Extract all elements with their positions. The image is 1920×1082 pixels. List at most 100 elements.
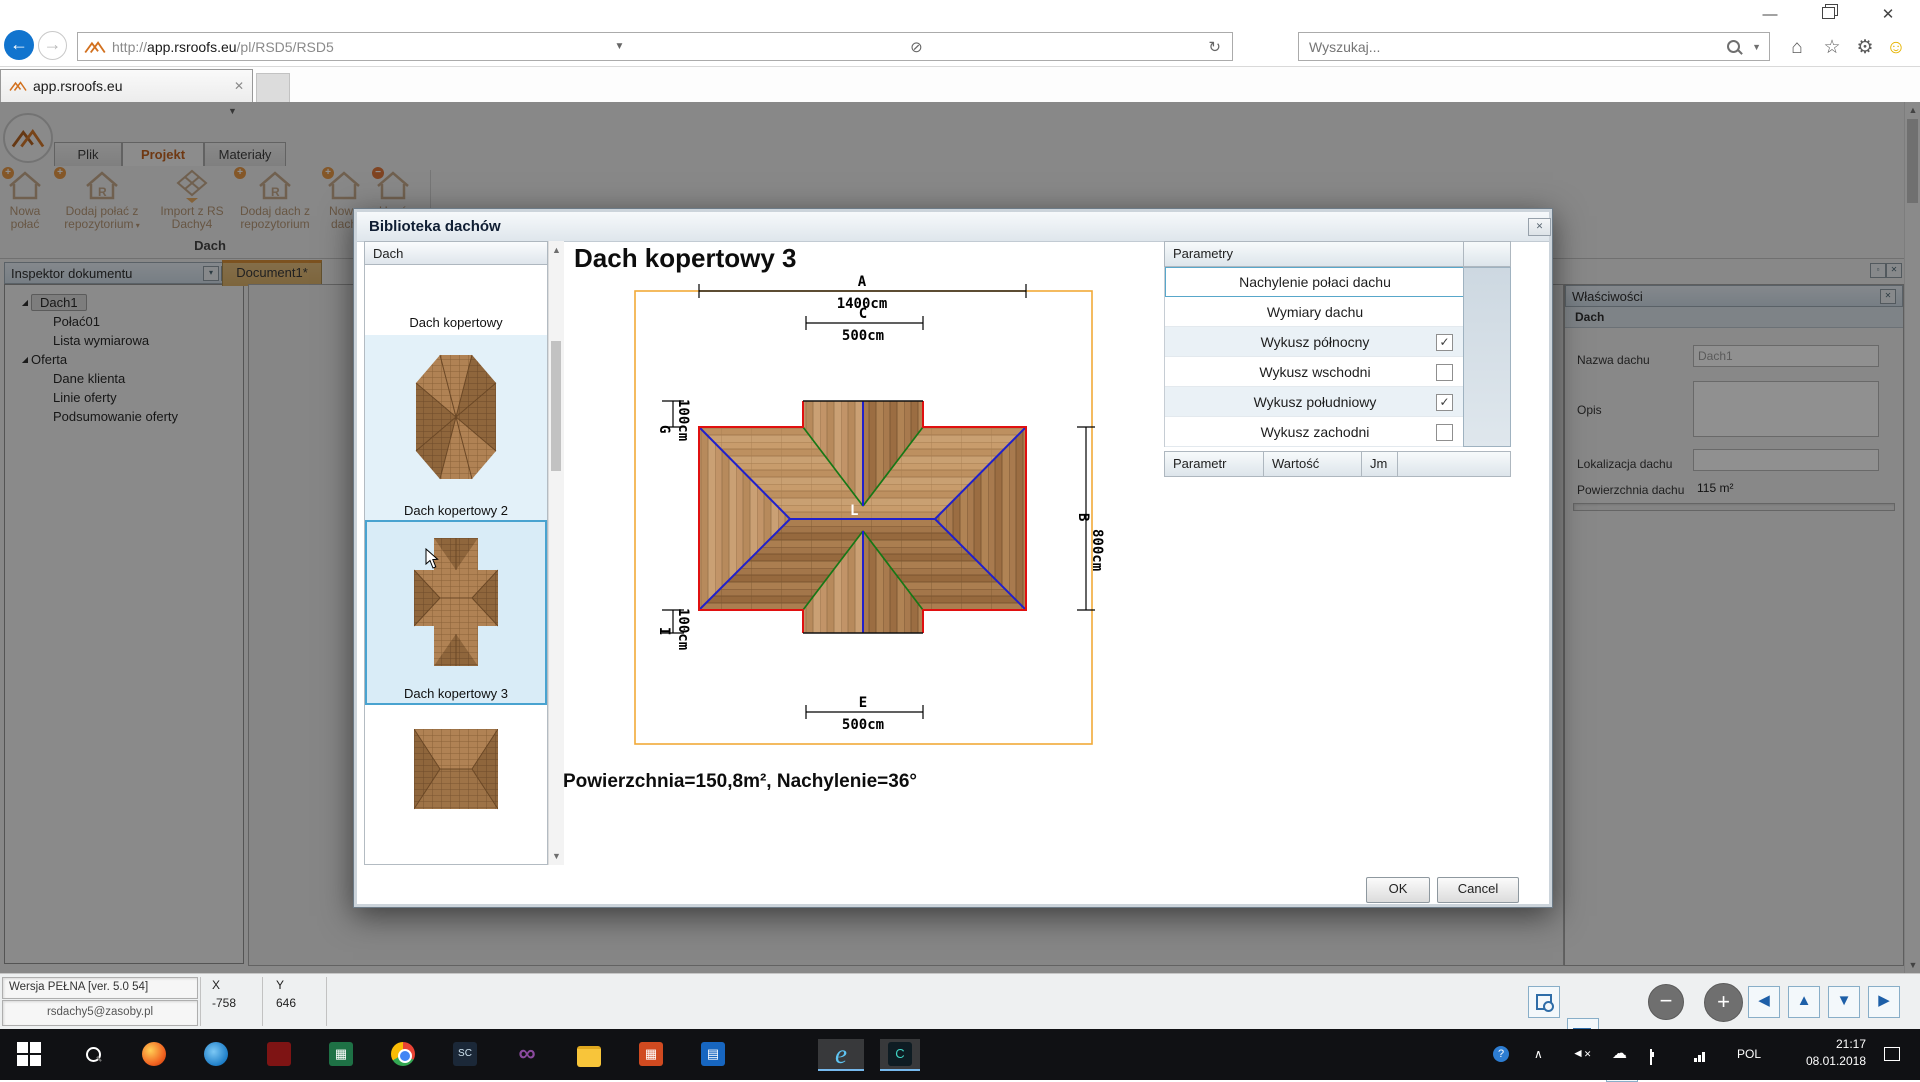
tab-favicon-icon — [9, 80, 27, 92]
taskbar-explorer-folder-icon[interactable] — [574, 1039, 604, 1069]
windows-taskbar: ▦ SC ∞ ▦ ▤ e C ? ∧ ◄✕ ☁ POL 21:17 08.01.… — [0, 1029, 1920, 1080]
settings-gear-icon[interactable]: ⚙ — [1851, 36, 1879, 60]
svg-text:C: C — [859, 306, 867, 322]
version-label: Wersja PEŁNA [ver. 5.0 54] — [2, 977, 198, 999]
pan-down-button[interactable]: ▼ — [1828, 986, 1860, 1018]
svg-text:G: G — [656, 425, 672, 433]
checkbox-checked[interactable] — [1436, 334, 1453, 351]
tray-clock-date[interactable]: 08.01.2018 — [1786, 1054, 1866, 1068]
preview-summary: Powierzchnia=150,8m², Nachylenie=36° — [563, 771, 917, 793]
forward-button[interactable]: → — [38, 31, 67, 60]
stop-icon[interactable]: ⊘ — [905, 38, 928, 56]
svg-text:100cm: 100cm — [675, 399, 691, 441]
list-item-next-roof[interactable] — [365, 705, 547, 863]
zoom-in-button[interactable]: + — [1704, 983, 1743, 1022]
dialog-close-button[interactable]: ✕ — [1528, 218, 1551, 236]
dialog-titlebar[interactable]: Biblioteka dachów — [357, 212, 1549, 242]
zoom-fit-all-button[interactable] — [1528, 986, 1560, 1018]
search-box[interactable]: ▼ — [1298, 32, 1770, 61]
search-dropdown-icon[interactable]: ▼ — [1752, 42, 1761, 52]
roof-drawing: A 1400cm C 500cm 100cm G 100cm I B 800cm… — [561, 269, 1161, 789]
parameters-header-spacer — [1463, 241, 1511, 267]
svg-text:500cm: 500cm — [842, 328, 884, 344]
svg-text:100cm: 100cm — [675, 608, 691, 650]
feedback-smiley-icon[interactable]: ☺ — [1882, 36, 1910, 60]
checkbox-unchecked[interactable] — [1436, 424, 1453, 441]
param-table-header-wartosc[interactable]: Wartość — [1263, 451, 1362, 477]
tray-language-indicator[interactable]: POL — [1732, 1047, 1766, 1061]
checkbox-checked[interactable] — [1436, 394, 1453, 411]
checkbox-unchecked[interactable] — [1436, 364, 1453, 381]
back-button[interactable]: ← — [4, 30, 34, 60]
taskbar-visualstudio-icon[interactable]: ∞ — [512, 1039, 542, 1069]
taskbar-orange-grid-app-icon[interactable]: ▦ — [636, 1039, 666, 1069]
taskbar-search-icon[interactable] — [78, 1039, 108, 1069]
tab-close-icon[interactable]: ✕ — [234, 79, 244, 93]
svg-text:I: I — [656, 627, 672, 635]
param-row-wykusz-polnocny[interactable]: Wykusz północny — [1165, 327, 1465, 357]
search-icon[interactable] — [1727, 40, 1740, 53]
cancel-button[interactable]: Cancel — [1437, 877, 1519, 903]
tray-battery-icon[interactable] — [1650, 1050, 1652, 1064]
browser-tabrow: app.rsroofs.eu ✕ — [0, 67, 1920, 103]
account-label: rsdachy5@zasoby.pl — [2, 1000, 198, 1026]
start-button[interactable] — [14, 1039, 44, 1069]
list-scroll-down-icon[interactable]: ▼ — [549, 851, 564, 861]
param-row-nachylenie[interactable]: Nachylenie połaci dachu — [1165, 267, 1465, 297]
svg-text:E: E — [859, 695, 867, 711]
roof-library-dialog: Biblioteka dachów ✕ Dach Dach kopertowy … — [353, 208, 1553, 908]
favorites-star-icon[interactable]: ☆ — [1818, 36, 1846, 60]
pan-right-button[interactable]: ▶ — [1868, 986, 1900, 1018]
new-tab-button[interactable] — [256, 73, 290, 104]
taskbar-firefox-icon[interactable] — [139, 1039, 169, 1069]
tray-hidden-icons-chevron[interactable]: ∧ — [1534, 1047, 1543, 1061]
list-scrollbar-thumb[interactable] — [551, 341, 561, 471]
taskbar-blue-app-icon[interactable] — [201, 1039, 231, 1069]
taskbar-darkred-app-icon[interactable] — [264, 1039, 294, 1069]
svg-text:A: A — [858, 274, 867, 290]
param-table-header-jm[interactable]: Jm — [1361, 451, 1398, 477]
window-minimize-button[interactable]: — — [1750, 6, 1790, 24]
param-row-wykusz-zachodni[interactable]: Wykusz zachodni — [1165, 417, 1465, 447]
zoom-out-button[interactable]: − — [1648, 984, 1684, 1020]
list-item-dach-kopertowy[interactable]: Dach kopertowy — [365, 265, 547, 335]
taskbar-green-app-icon[interactable]: ▦ — [326, 1039, 356, 1069]
home-icon[interactable]: ⌂ — [1783, 36, 1811, 60]
roof-list-header[interactable]: Dach — [364, 241, 548, 265]
search-input[interactable] — [1307, 38, 1727, 56]
svg-text:B: B — [1075, 513, 1091, 521]
param-table-header-parametr[interactable]: Parametr — [1164, 451, 1264, 477]
coord-y-value: 646 — [276, 996, 296, 1010]
refresh-icon[interactable]: ↻ — [1203, 38, 1226, 56]
window-close-button[interactable]: ✕ — [1868, 6, 1908, 24]
param-row-wymiary[interactable]: Wymiary dachu — [1165, 297, 1465, 327]
svg-text:500cm: 500cm — [842, 717, 884, 733]
list-item-dach-kopertowy-3[interactable]: Dach kopertowy 3 — [365, 520, 547, 705]
taskbar-c-app-icon[interactable]: C — [880, 1039, 920, 1071]
taskbar-sc-app-icon[interactable]: SC — [450, 1039, 480, 1069]
address-bar[interactable]: http://app.rsroofs.eu/pl/RSD5/RSD5 ▼ ⊘ ↻ — [77, 32, 1233, 61]
tray-onedrive-cloud-icon[interactable]: ☁ — [1612, 1044, 1627, 1062]
taskbar-chrome-icon[interactable] — [388, 1039, 418, 1069]
list-scroll-up-icon[interactable]: ▲ — [549, 245, 564, 255]
tray-volume-muted-icon[interactable]: ◄✕ — [1572, 1046, 1591, 1060]
address-dropdown-icon[interactable]: ▼ — [610, 41, 630, 52]
tray-action-center-icon[interactable] — [1884, 1047, 1900, 1064]
taskbar-blue-tile-app-icon[interactable]: ▤ — [698, 1039, 728, 1069]
taskbar-internet-explorer-icon[interactable]: e — [818, 1039, 864, 1071]
param-row-wykusz-wschodni[interactable]: Wykusz wschodni — [1165, 357, 1465, 387]
ok-button[interactable]: OK — [1366, 877, 1430, 903]
list-item-dach-kopertowy-2[interactable]: Dach kopertowy 2 — [365, 335, 547, 520]
tray-help-icon[interactable]: ? — [1492, 1046, 1510, 1062]
tray-network-icon[interactable] — [1694, 1048, 1706, 1062]
window-restore-button[interactable] — [1808, 6, 1848, 24]
url-text: http://app.rsroofs.eu/pl/RSD5/RSD5 — [112, 39, 334, 55]
parameters-value-column — [1463, 267, 1511, 447]
pan-up-button[interactable]: ▲ — [1788, 986, 1820, 1018]
pan-left-button[interactable]: ◀ — [1748, 986, 1780, 1018]
browser-tab[interactable]: app.rsroofs.eu ✕ — [0, 69, 253, 102]
coord-y-label: Y — [276, 978, 284, 992]
param-row-wykusz-poludniowy[interactable]: Wykusz południowy — [1165, 387, 1465, 417]
tab-title: app.rsroofs.eu — [33, 78, 123, 94]
tray-clock-time[interactable]: 21:17 — [1786, 1037, 1866, 1051]
